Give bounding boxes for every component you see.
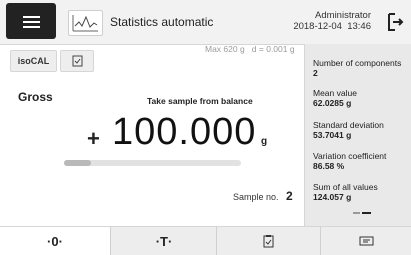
weight-unit: g [261,136,268,147]
user-info: Administrator 2018-12-04 13:46 [293,10,371,32]
hamburger-icon [23,16,40,18]
time-label: 13:46 [347,21,371,32]
capacity-info: Max 620 g d = 0.001 g [205,44,295,54]
capacity-bar [64,160,241,166]
stat-value: 53.7041 g [313,130,352,140]
statistics-chart-icon [68,10,103,36]
stat-sum: Sum of all values 124.057 g [313,182,378,202]
pager-dot [353,212,360,214]
prompt-text: Take sample from balance [147,96,253,106]
menu-button[interactable] [6,3,56,39]
stat-value: 86.58 % [313,161,345,171]
readability: d = 0.001 g [251,44,295,54]
stat-value: 2 [313,68,318,78]
logout-button[interactable] [379,3,411,41]
user-name: Administrator [315,10,371,21]
isocal-button[interactable]: isoCAL [10,50,57,72]
tare-button[interactable]: ·T· [110,227,217,255]
panel-pager[interactable] [353,212,371,214]
zero-button[interactable]: ·0· [0,227,110,255]
stat-std-dev: Standard deviation 53.7041 g [313,120,384,140]
date-label: 2018-12-04 [293,21,342,32]
app-title: Statistics automatic [110,15,214,29]
capacity-bar-fill [64,160,91,166]
document-button[interactable] [60,50,94,72]
stat-value: 124.057 g [313,192,352,202]
clipboard-check-icon [263,235,274,248]
weight-sign: + [87,126,100,151]
stat-value: 62.0285 g [313,98,352,108]
sample-label: Sample no. [233,192,279,202]
stat-label: Standard deviation [313,120,384,130]
weight-value: 100.000 [112,111,257,153]
stat-components: Number of components 2 [313,58,401,78]
stat-variation: Variation coefficient 86.58 % [313,151,386,171]
bottom-bar: ·0· ·T· [0,226,411,255]
pager-dot-active [362,212,371,214]
printer-icon [359,236,374,246]
print-button[interactable] [320,227,411,255]
stat-label: Sum of all values [313,182,378,192]
copy-button[interactable] [216,227,321,255]
document-icon [72,55,82,67]
weight-mode: Gross [18,90,53,104]
logout-icon [388,13,404,31]
statistics-panel: Number of components 2 Mean value 62.028… [304,44,411,226]
stat-label: Number of components [313,58,402,68]
top-bar: Statistics automatic Administrator 2018-… [0,0,411,45]
stat-label: Mean value [313,88,357,98]
stat-label: Variation coefficient [313,151,387,161]
max-capacity: Max 620 g [205,44,245,54]
stat-mean: Mean value 62.0285 g [313,88,357,108]
sample-value: 2 [286,189,293,203]
